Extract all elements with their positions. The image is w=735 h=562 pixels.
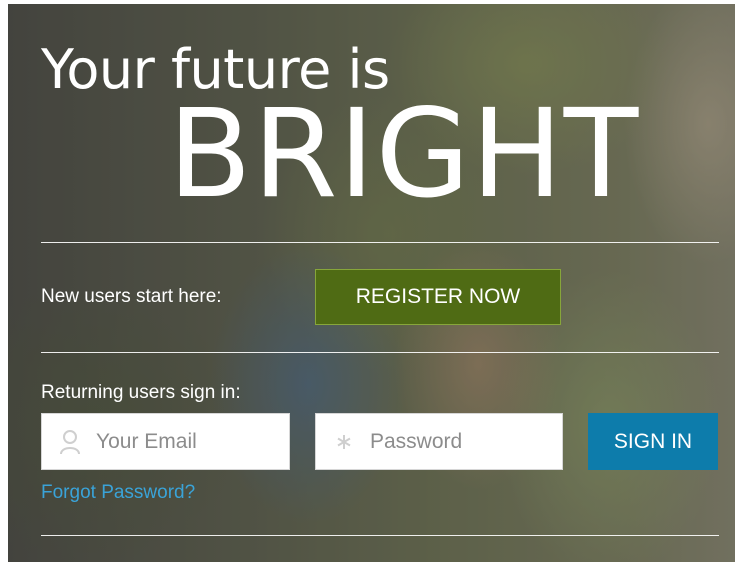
register-label: New users start here: xyxy=(41,286,222,307)
asterisk-icon xyxy=(330,434,358,450)
divider-top xyxy=(41,242,719,243)
user-icon xyxy=(56,429,84,455)
hero-headline-line2: BRIGHT xyxy=(168,83,640,225)
register-now-button[interactable]: REGISTER NOW xyxy=(315,269,561,325)
forgot-password-link[interactable]: Forgot Password? xyxy=(41,482,195,504)
divider-bottom xyxy=(41,535,719,536)
email-input[interactable] xyxy=(94,428,278,455)
divider-middle xyxy=(41,352,719,353)
email-field[interactable] xyxy=(41,413,290,470)
sign-in-button[interactable]: SIGN IN xyxy=(588,413,718,470)
password-field[interactable] xyxy=(315,413,563,470)
password-input[interactable] xyxy=(368,428,552,455)
signin-label: Returning users sign in: xyxy=(41,382,241,403)
login-panel: Your future is BRIGHT New users start he… xyxy=(8,4,735,562)
